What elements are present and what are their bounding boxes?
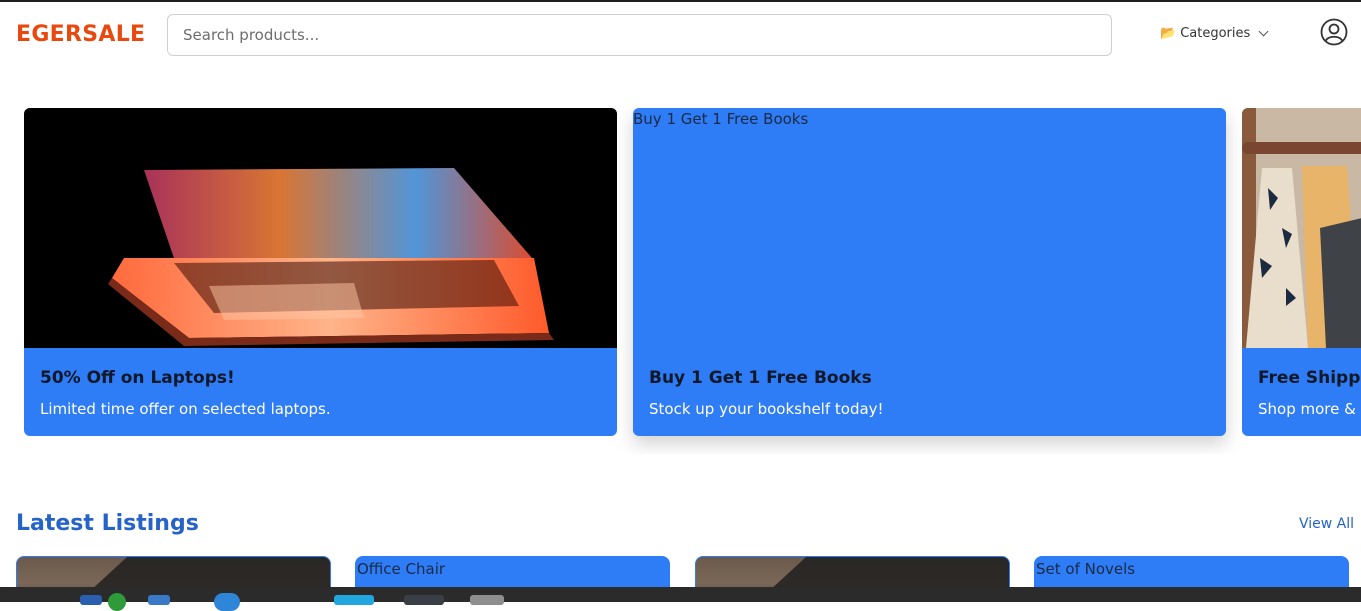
laptop-image [24,108,617,348]
banner-title: Free Shippi [1258,368,1361,388]
promo-banner-books[interactable]: Buy 1 Get 1 Free Books Buy 1 Get 1 Free … [633,108,1226,436]
app-icon[interactable] [214,593,240,611]
latest-listings-heading: Latest Listings [16,511,199,536]
promo-carousel: 50% Off on Laptops! Limited time offer o… [0,108,1361,454]
promo-banner-shipping[interactable]: Free Shippi Shop more & [1242,108,1361,436]
app-icon[interactable] [334,595,374,605]
app-icon[interactable] [404,595,444,605]
chevron-down-icon [1258,26,1269,37]
search-input[interactable] [167,14,1112,56]
banner-subtitle: Stock up your bookshelf today! [649,400,884,418]
folder-icon: 📂 [1160,26,1177,41]
banner-subtitle: Shop more & [1258,400,1356,418]
image-alt-text: Set of Novels [1036,560,1136,578]
image-alt-text: Office Chair [357,560,446,578]
view-all-link[interactable]: View All [1299,516,1354,532]
user-account-icon[interactable] [1320,18,1348,46]
image-alt-text: Buy 1 Get 1 Free Books [633,110,809,128]
books-image: Buy 1 Get 1 Free Books [633,108,1226,348]
app-icon[interactable] [470,595,504,605]
site-logo[interactable]: EGERSALE [16,22,145,47]
site-header: EGERSALE 📂 Categories [0,2,1361,68]
banner-subtitle: Limited time offer on selected laptops. [40,400,331,418]
categories-label: Categories [1180,26,1251,41]
app-icon[interactable] [108,593,126,611]
categories-dropdown[interactable]: 📂 Categories [1160,26,1269,41]
app-icon[interactable] [148,595,170,605]
os-taskbar [0,587,1361,611]
banner-title: Buy 1 Get 1 Free Books [649,368,872,388]
clothes-rack-image [1242,108,1361,348]
banner-title: 50% Off on Laptops! [40,368,235,388]
promo-banner-laptops[interactable]: 50% Off on Laptops! Limited time offer o… [24,108,617,436]
app-icon[interactable] [80,595,102,605]
